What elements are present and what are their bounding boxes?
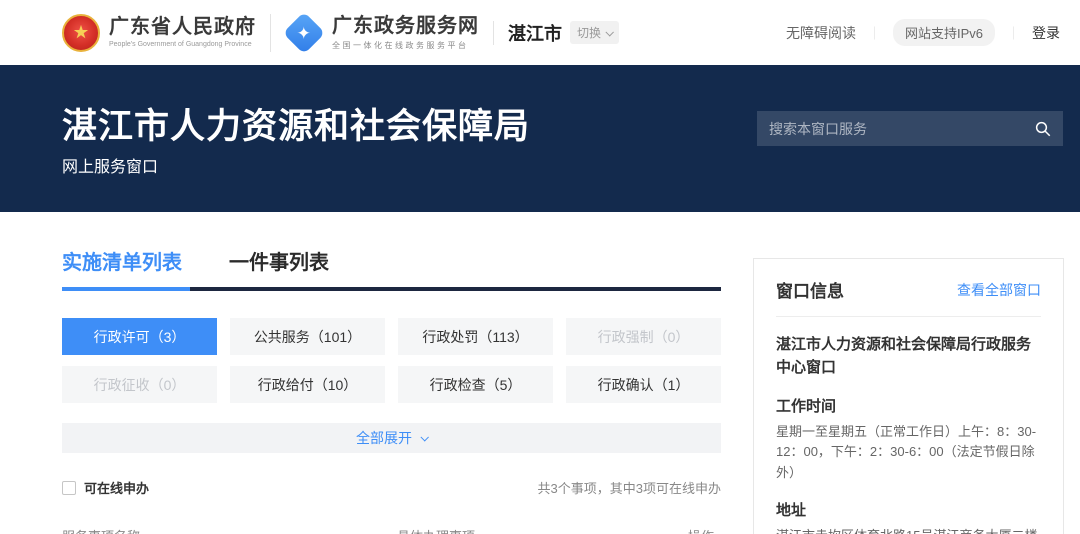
- online-filter-checkbox-wrap[interactable]: 可在线申办: [62, 478, 149, 497]
- service-list-header: 服务事项名称 具体办理事项 操作: [62, 526, 721, 534]
- page-subtitle: 网上服务窗口: [62, 153, 158, 177]
- category-administrative-license[interactable]: 行政许可（3）: [62, 318, 217, 355]
- service-logo-subtitle: 全国一体化在线政务服务平台: [332, 41, 479, 50]
- search-input[interactable]: [757, 121, 1023, 137]
- address-text: 湛江市赤坎区体育北路15号湛江商务大厦二楼221、222号窗口: [776, 526, 1041, 534]
- national-emblem-icon: ★: [62, 14, 100, 52]
- chevron-down-icon: [605, 28, 613, 36]
- top-bar: ★ 广东省人民政府 People's Government of Guangdo…: [0, 0, 1080, 65]
- city-selector: 湛江市 切换: [508, 20, 619, 46]
- divider: [776, 316, 1041, 317]
- address-heading: 地址: [776, 499, 1041, 520]
- category-administrative-payment[interactable]: 行政给付（10）: [230, 366, 385, 403]
- category-public-service[interactable]: 公共服务（101）: [230, 318, 385, 355]
- online-filter-row: 可在线申办 共3个事项，其中3项可在线申办: [62, 478, 721, 497]
- accessibility-link[interactable]: 无障碍阅读: [786, 23, 856, 43]
- current-city: 湛江市: [508, 20, 562, 46]
- service-window-name: 湛江市人力资源和社会保障局行政服务中心窗口: [776, 333, 1041, 380]
- category-filter-grid: 行政许可（3） 公共服务（101） 行政处罚（113） 行政强制（0） 行政征收…: [62, 318, 721, 403]
- category-administrative-levy[interactable]: 行政征收（0）: [62, 366, 217, 403]
- login-button[interactable]: 登录: [1032, 23, 1060, 43]
- gov-logo-title: 广东省人民政府: [109, 16, 256, 39]
- tab-one-thing-list[interactable]: 一件事列表: [229, 246, 329, 275]
- divider: [493, 21, 494, 45]
- window-info-card: 窗口信息 查看全部窗口 湛江市人力资源和社会保障局行政服务中心窗口 工作时间 星…: [753, 258, 1064, 534]
- divider: ｜: [1007, 23, 1020, 42]
- service-logo-title: 广东政务服务网: [332, 15, 479, 38]
- category-administrative-penalty[interactable]: 行政处罚（113）: [398, 318, 553, 355]
- window-info-title: 窗口信息: [776, 277, 844, 302]
- service-logo[interactable]: ✦ 广东政务服务网 全国一体化在线政务服务平台: [285, 15, 479, 50]
- gov-logo-subtitle: People's Government of Guangdong Provinc…: [109, 41, 256, 49]
- tab-bar: 实施清单列表 一件事列表: [62, 246, 329, 275]
- category-administrative-inspection[interactable]: 行政检查（5）: [398, 366, 553, 403]
- gd-service-logo-icon: ✦: [283, 11, 325, 53]
- items-count-summary: 共3个事项，其中3项可在线申办: [538, 478, 721, 497]
- work-time-heading: 工作时间: [776, 395, 1041, 416]
- tab-underline: [62, 287, 721, 291]
- city-switch-label: 切换: [577, 24, 601, 41]
- expand-all-label: 全部展开: [356, 428, 412, 448]
- column-action: 操作: [688, 526, 714, 534]
- brand-area: ★ 广东省人民政府 People's Government of Guangdo…: [62, 14, 619, 52]
- category-administrative-coercion[interactable]: 行政强制（0）: [566, 318, 721, 355]
- column-service-name: 服务事项名称: [62, 526, 140, 534]
- hero-banner: 湛江市人力资源和社会保障局 网上服务窗口: [0, 65, 1080, 212]
- gov-logo[interactable]: ★ 广东省人民政府 People's Government of Guangdo…: [62, 14, 256, 52]
- search-icon: [1034, 120, 1052, 138]
- divider: [270, 14, 271, 52]
- address-section: 地址 湛江市赤坎区体育北路15号湛江商务大厦二楼221、222号窗口: [776, 499, 1041, 534]
- city-switch-button[interactable]: 切换: [570, 21, 619, 44]
- column-handling-items: 具体办理事项: [397, 526, 475, 534]
- category-administrative-confirmation[interactable]: 行政确认（1）: [566, 366, 721, 403]
- top-links: 无障碍阅读 ｜ 网站支持IPv6 ｜ 登录: [786, 19, 1060, 46]
- search-button[interactable]: [1023, 111, 1063, 146]
- divider: ｜: [868, 23, 881, 42]
- ipv6-badge[interactable]: 网站支持IPv6: [893, 19, 995, 46]
- online-filter-label: 可在线申办: [84, 478, 149, 497]
- chevron-down-icon: [420, 433, 428, 441]
- checkbox-icon[interactable]: [62, 481, 76, 495]
- search-box: [757, 111, 1063, 146]
- work-time-text: 星期一至星期五（正常工作日）上午：8：30-12：00，下午：2：30-6：00…: [776, 422, 1041, 484]
- view-all-windows-link[interactable]: 查看全部窗口: [957, 280, 1041, 300]
- expand-all-button[interactable]: 全部展开: [62, 423, 721, 453]
- tab-implementation-list[interactable]: 实施清单列表: [62, 246, 182, 275]
- work-time-section: 工作时间 星期一至星期五（正常工作日）上午：8：30-12：00，下午：2：30…: [776, 395, 1041, 484]
- page-title: 湛江市人力资源和社会保障局: [62, 98, 530, 149]
